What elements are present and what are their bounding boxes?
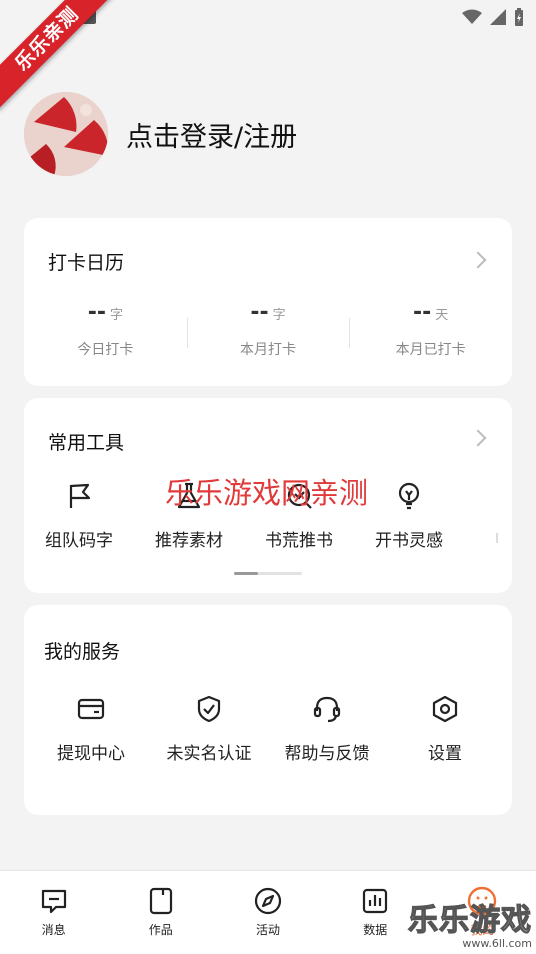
wallet-icon <box>77 698 105 720</box>
nav-messages[interactable]: 消息 <box>0 871 107 954</box>
tool-label: 组队码字 <box>45 531 113 551</box>
nav-label: 活动 <box>256 923 281 937</box>
scroll-thumb <box>234 572 258 575</box>
service-settings[interactable]: 设置 <box>386 691 504 764</box>
service-withdraw-center[interactable]: 提现中心 <box>32 691 150 764</box>
stat-month-days: -- 天 本月已打卡 <box>349 300 512 359</box>
services-title: 我的服务 <box>44 641 121 663</box>
service-label: 未实名认证 <box>166 744 252 764</box>
stat-today: -- 字 今日打卡 <box>24 300 187 359</box>
tool-label: 推荐素材 <box>155 531 223 551</box>
nav-works[interactable]: 作品 <box>107 871 214 954</box>
wifi-icon <box>462 9 482 24</box>
flag-icon <box>69 483 91 508</box>
stat-unit: 字 <box>272 308 286 323</box>
avatar-fan-image <box>24 92 108 176</box>
chevron-right-icon[interactable] <box>469 251 487 269</box>
compass-icon <box>254 887 282 915</box>
login-register-link[interactable]: 点击登录/注册 <box>126 115 297 154</box>
service-label: 设置 <box>428 744 462 764</box>
stat-label: 本月打卡 <box>240 342 296 358</box>
nav-label: 消息 <box>41 923 66 937</box>
service-real-name[interactable]: 未实名认证 <box>150 691 268 764</box>
stat-unit: 字 <box>109 308 123 323</box>
works-icon <box>149 887 172 915</box>
chart-icon <box>363 888 388 914</box>
tool-inspiration[interactable]: 开书灵感 <box>354 478 464 551</box>
battery-icon <box>515 8 523 26</box>
tool-label: 书荒推书 <box>265 531 333 551</box>
avatar[interactable] <box>24 92 108 176</box>
status-icons <box>462 8 524 26</box>
profile-header[interactable]: 点击登录/注册 <box>24 92 297 176</box>
stat-value: -- <box>87 300 106 325</box>
service-label: 帮助与反馈 <box>284 744 370 764</box>
overlay-watermark: 乐乐游戏网亲测 <box>165 476 369 510</box>
stat-label: 今日打卡 <box>77 342 134 358</box>
stat-unit: 天 <box>435 308 449 323</box>
more-tools-hint <box>496 533 498 543</box>
service-label: 提现中心 <box>57 744 125 764</box>
tools-title: 常用工具 <box>48 432 125 454</box>
shield-check-icon <box>197 695 221 723</box>
tools-scroll-indicator <box>234 572 302 575</box>
stat-label: 本月已打卡 <box>395 342 466 358</box>
corner-watermark-title: 乐乐游戏 <box>407 902 532 938</box>
calendar-title: 打卡日历 <box>48 252 125 274</box>
headset-icon <box>313 696 341 723</box>
lightbulb-icon <box>398 482 420 510</box>
nav-activity[interactable]: 活动 <box>214 871 321 954</box>
settings-hexagon-icon <box>432 695 458 723</box>
stat-month: -- 字 本月打卡 <box>186 300 350 359</box>
tool-team-writing[interactable]: 组队码字 <box>24 478 134 551</box>
message-icon <box>41 889 66 914</box>
nav-label: 作品 <box>148 923 173 937</box>
calendar-stats: -- 字 今日打卡 -- 字 本月打卡 -- 天 本月已打卡 <box>24 300 512 359</box>
chevron-right-icon[interactable] <box>469 429 487 447</box>
checkin-calendar-card[interactable]: 打卡日历 -- 字 今日打卡 -- 字 本月打卡 -- 天 本月已打卡 <box>24 218 512 386</box>
services-list: 提现中心 未实名认证 帮助与反馈 设置 <box>24 691 512 764</box>
signal-icon <box>490 9 506 25</box>
tool-label: 开书灵感 <box>375 531 443 551</box>
corner-watermark: 乐乐游戏 www.6ll.com <box>407 895 532 950</box>
my-services-card: 我的服务 提现中心 未实名认证 帮助与反馈 设置 <box>24 605 512 815</box>
service-help-feedback[interactable]: 帮助与反馈 <box>268 691 386 764</box>
stat-value: -- <box>250 300 269 325</box>
stat-value: -- <box>413 300 432 325</box>
